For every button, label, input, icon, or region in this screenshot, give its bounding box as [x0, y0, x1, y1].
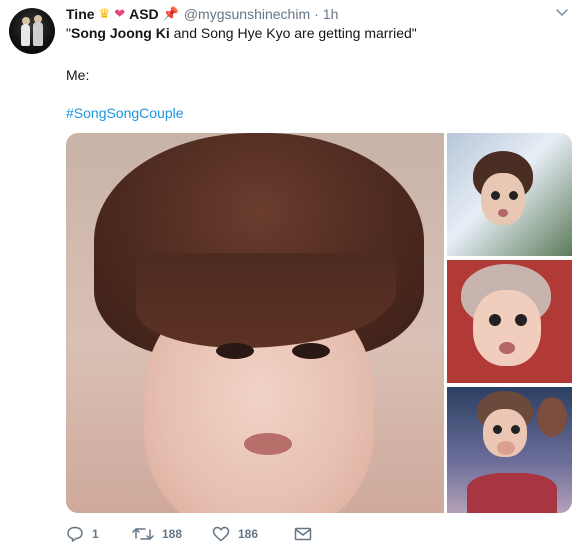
chevron-down-icon[interactable] — [555, 8, 569, 18]
media-grid — [66, 133, 572, 513]
thumb-jacket — [467, 473, 557, 513]
thumb-eye — [491, 191, 500, 200]
thumbnail-2[interactable] — [447, 260, 572, 383]
user-handle[interactable]: @mygsunshinechim — [184, 6, 310, 22]
separator-dot: · — [314, 6, 319, 22]
thumbnail-1[interactable] — [447, 133, 572, 256]
tweet-actions: 1 188 186 — [66, 524, 312, 544]
thumb-mouth — [499, 342, 515, 354]
tweet-text-line: Me: — [66, 67, 90, 83]
pushpin-emoji-icon: 📌 — [162, 6, 179, 21]
like-button[interactable]: 186 — [212, 526, 294, 542]
photo-eye — [216, 343, 254, 359]
thumb-bg-person — [537, 397, 567, 437]
thumbnail-3[interactable] — [447, 387, 572, 513]
thumb-eye — [515, 314, 527, 326]
large-photo[interactable] — [66, 133, 444, 513]
avatar-figure — [33, 22, 43, 46]
heart-icon — [212, 526, 230, 542]
crown-emoji-icon: ♛ — [98, 6, 111, 21]
hearts-emoji-icon: ❤ — [114, 6, 126, 21]
direct-message-button[interactable] — [294, 527, 312, 541]
retweet-count: 188 — [162, 527, 183, 541]
avatar[interactable] — [9, 8, 55, 54]
quote-rest: and Song Hye Kyo are getting married" — [169, 25, 417, 41]
reply-count: 1 — [92, 527, 99, 541]
thumb-eye — [509, 191, 518, 200]
timestamp[interactable]: 1h — [323, 6, 339, 22]
reply-button[interactable]: 1 — [66, 526, 132, 542]
retweet-icon — [132, 528, 154, 540]
thumb-face — [473, 290, 541, 366]
quote-bold: Song Joong Ki — [70, 25, 170, 41]
reply-icon — [67, 526, 83, 542]
thumb-eye — [493, 425, 502, 434]
thumb-hands — [497, 441, 515, 455]
display-name-suffix[interactable]: ASD — [129, 6, 159, 22]
like-count: 186 — [238, 527, 259, 541]
thumb-face — [481, 173, 525, 225]
photo-eye — [292, 343, 330, 359]
hashtag-link[interactable]: #SongSongCouple — [66, 104, 184, 122]
photo-mouth — [244, 433, 292, 455]
display-name[interactable]: Tine — [66, 6, 95, 22]
retweet-button[interactable]: 188 — [132, 526, 212, 542]
thumb-eye — [489, 314, 501, 326]
tweet: Tine ♛ ❤ ASD 📌 @mygsunshinechim · 1h "So… — [0, 0, 583, 555]
tweet-header: Tine ♛ ❤ ASD 📌 @mygsunshinechim · 1h — [66, 5, 338, 23]
envelope-icon — [294, 527, 312, 541]
thumb-eye — [511, 425, 520, 434]
thumb-mouth — [498, 209, 508, 217]
tweet-text-line: "Song Joong Ki and Song Hye Kyo are gett… — [66, 24, 417, 42]
avatar-figure — [21, 24, 30, 46]
